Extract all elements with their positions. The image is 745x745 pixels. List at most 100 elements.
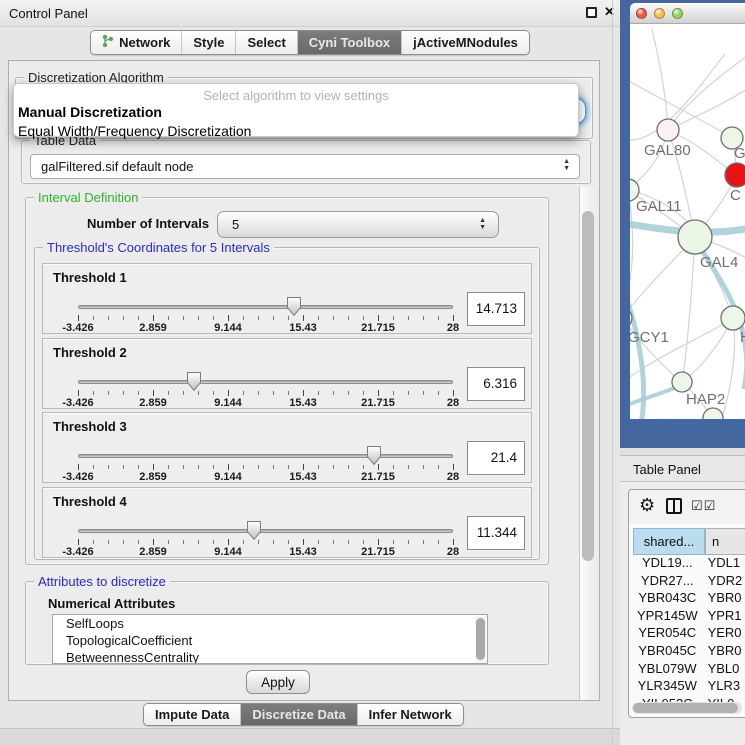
slider[interactable]: -3.4262.8599.14415.4321.71528	[78, 371, 453, 409]
thresholds-group: Threshold's Coordinates for 5 Intervals …	[34, 247, 540, 560]
node-label: H	[740, 329, 745, 346]
tab-label: Network	[119, 35, 170, 50]
table-cell[interactable]: YLR345W	[633, 678, 702, 696]
table-cell[interactable]: YLR3	[702, 678, 745, 696]
table-cell[interactable]: YBR0	[702, 643, 745, 661]
table-data-combobox[interactable]: galFiltered.sif default node ▲▼	[30, 154, 580, 179]
network-edge[interactable]	[630, 190, 633, 318]
table-body: YDL19...YDL1YDR27...YDR2YBR043CYBR0YPR14…	[633, 555, 745, 702]
table-row[interactable]: YDL19...YDL1	[633, 555, 745, 573]
attribute-item[interactable]: BetweennessCentrality	[53, 649, 487, 664]
tab-jactivemnodules[interactable]: jActiveMNodules	[402, 31, 529, 54]
slider-thumb[interactable]	[246, 520, 262, 546]
tab-infer-network[interactable]: Infer Network	[358, 704, 463, 725]
threshold-row-1: Threshold 1-3.4262.8599.14415.4321.71528…	[42, 263, 532, 334]
table-row[interactable]: YPR145WYPR1	[633, 608, 745, 626]
attribute-item[interactable]: SelfLoops	[53, 615, 487, 632]
numerical-attributes-list[interactable]: SelfLoopsTopologicalCoefficientBetweenne…	[52, 614, 488, 664]
network-node-c[interactable]	[725, 163, 745, 187]
table-cell[interactable]: YDR27...	[633, 573, 702, 591]
network-node-h[interactable]	[721, 306, 745, 330]
table-row[interactable]: YBR045CYBR0	[633, 643, 745, 661]
slider-track[interactable]	[78, 380, 453, 384]
table-cell[interactable]: YDR2	[702, 573, 745, 591]
slider-thumb[interactable]	[186, 371, 202, 397]
table-row[interactable]: YDR27...YDR2	[633, 573, 745, 591]
panel-scrollbar[interactable]	[579, 187, 596, 700]
slider-track[interactable]	[78, 454, 453, 458]
network-edge[interactable]	[668, 54, 745, 130]
table-cell[interactable]: YER054C	[633, 625, 702, 643]
network-view-window[interactable]: GAL80GACGAL11GAL4GCY1HHAP2	[620, 0, 745, 448]
network-node[interactable]	[703, 408, 723, 419]
spinner-arrows-icon[interactable]: ▲▼	[563, 158, 570, 172]
close-icon[interactable]: ✕	[604, 4, 615, 20]
zoom-traffic-light-icon[interactable]	[672, 8, 683, 19]
tick-mark	[303, 390, 304, 396]
tab-select[interactable]: Select	[236, 31, 297, 54]
slider[interactable]: -3.4262.8599.14415.4321.71528	[78, 520, 453, 558]
table-cell[interactable]: YPR145W	[633, 608, 702, 626]
tick-mark	[453, 539, 454, 545]
table-row[interactable]: YLR345WYLR3	[633, 678, 745, 696]
tick-mark	[288, 391, 289, 395]
threshold-value-field[interactable]: 11.344	[467, 516, 525, 550]
table-row[interactable]: YER054CYER0	[633, 625, 745, 643]
spinner-arrows-icon[interactable]: ▲▼	[479, 217, 486, 231]
algorithm-option-equal-width-frequency-discretization[interactable]: Equal Width/Frequency Discretization	[14, 122, 578, 141]
tab-discretize-data[interactable]: Discretize Data	[241, 704, 357, 725]
threshold-value-field[interactable]: 6.316	[467, 367, 525, 401]
float-window-icon[interactable]	[586, 7, 597, 18]
tick-mark	[318, 465, 319, 469]
slider-thumb[interactable]	[286, 296, 302, 322]
column-header-shared-name[interactable]: shared...	[633, 528, 705, 555]
columns-icon[interactable]	[666, 498, 682, 514]
panel-scrollbar-thumb[interactable]	[582, 211, 594, 561]
slider-track[interactable]	[78, 529, 453, 533]
attribute-item[interactable]: TopologicalCoefficient	[53, 632, 487, 649]
slider[interactable]: -3.4262.8599.14415.4321.71528	[78, 445, 453, 483]
network-node-hap2[interactable]	[672, 372, 692, 392]
tab-network[interactable]: Network	[91, 31, 182, 54]
table-cell[interactable]: YBR043C	[633, 590, 702, 608]
threshold-value-field[interactable]: 14.713	[467, 292, 525, 326]
minimize-traffic-light-icon[interactable]	[654, 8, 665, 19]
table-hscrollbar[interactable]	[632, 702, 742, 714]
network-node-gal80[interactable]	[657, 119, 679, 141]
network-edge[interactable]	[652, 29, 668, 130]
network-edge-highlighted[interactable]	[630, 276, 644, 419]
table-cell[interactable]: YPR1	[702, 608, 745, 626]
network-edge[interactable]	[682, 237, 695, 382]
network-canvas[interactable]: GAL80GACGAL11GAL4GCY1HHAP2	[630, 24, 745, 419]
table-cell[interactable]: YDL1	[702, 555, 745, 573]
tab-impute-data[interactable]: Impute Data	[144, 704, 241, 725]
number-of-intervals-combobox[interactable]: 5 ▲▼	[217, 211, 499, 238]
table-row[interactable]: YBR043CYBR0	[633, 590, 745, 608]
column-header-name[interactable]: n	[705, 528, 745, 555]
list-scrollbar-thumb[interactable]	[476, 618, 485, 660]
network-node-gal4[interactable]	[678, 220, 712, 254]
table-row[interactable]: YBL079WYBL0	[633, 661, 745, 679]
table-cell[interactable]: YER0	[702, 625, 745, 643]
apply-button[interactable]: Apply	[246, 670, 310, 694]
algorithm-option-manual-discretization[interactable]: Manual Discretization	[14, 103, 578, 122]
gear-icon[interactable]: ⚙	[639, 495, 655, 516]
tab-cyni-toolbox[interactable]: Cyni Toolbox	[298, 31, 402, 54]
table-cell[interactable]: YBL079W	[633, 661, 702, 679]
table-hscrollbar-thumb[interactable]	[633, 703, 738, 713]
node-label: GAL11	[636, 198, 682, 215]
close-traffic-light-icon[interactable]	[636, 8, 647, 19]
tab-style[interactable]: Style	[182, 31, 236, 54]
list-scrollbar[interactable]	[475, 616, 486, 664]
tick-mark	[408, 465, 409, 469]
slider-thumb[interactable]	[366, 445, 382, 471]
select-columns-checkboxes-icon[interactable]: ☑☑	[691, 499, 716, 514]
table-cell[interactable]: YDL19...	[633, 555, 702, 573]
table-cell[interactable]: YBR045C	[633, 643, 702, 661]
slider-track[interactable]	[78, 305, 453, 309]
threshold-value-field[interactable]: 21.4	[467, 441, 525, 475]
table-cell[interactable]: YBR0	[702, 590, 745, 608]
table-cell[interactable]: YBL0	[702, 661, 745, 679]
panel-divider[interactable]	[612, 0, 613, 745]
slider[interactable]: -3.4262.8599.14415.4321.71528	[78, 296, 453, 334]
